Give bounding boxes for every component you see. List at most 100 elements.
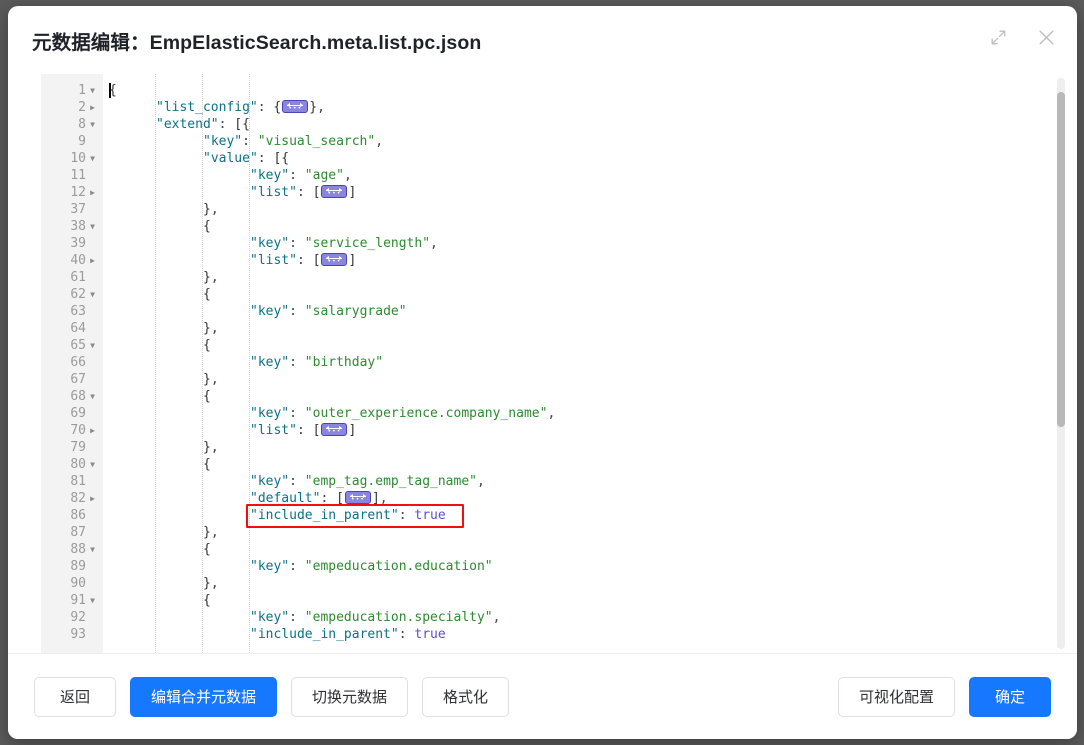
code-token-p: , xyxy=(210,202,219,217)
fold-arrow-down-icon[interactable]: ▼ xyxy=(86,337,99,354)
line-number: 86 xyxy=(70,508,86,523)
code-line[interactable]: "list": [•••] xyxy=(103,252,1043,269)
code-line[interactable]: "key": "emp_tag.emp_tag_name", xyxy=(103,473,1043,490)
code-line[interactable]: }, xyxy=(103,371,1043,388)
fold-arrow-down-icon[interactable]: ▼ xyxy=(86,286,99,303)
footer-button-2[interactable]: 切换元数据 xyxy=(291,676,409,717)
code-line[interactable]: "list_config": {•••}, xyxy=(103,99,1043,116)
code-line[interactable]: "list": [•••] xyxy=(103,184,1043,201)
line-number: 90 xyxy=(70,576,86,591)
close-icon[interactable] xyxy=(1033,24,1059,50)
footer-button-1[interactable]: 编辑合并元数据 xyxy=(130,676,278,717)
footer-button-1[interactable]: 确定 xyxy=(969,676,1051,717)
title-bar-actions xyxy=(985,24,1059,50)
code-token-p: , xyxy=(379,491,388,506)
line-number: 38 xyxy=(70,219,86,234)
footer-button-3[interactable]: 格式化 xyxy=(422,676,510,717)
code-line[interactable]: "key": "visual_search", xyxy=(103,133,1043,150)
code-token-p: , xyxy=(476,474,485,489)
gutter-line-88: 88 ▼ xyxy=(41,541,103,558)
collapsed-code-widget[interactable]: ••• xyxy=(321,253,348,266)
expand-arrows-icon[interactable] xyxy=(985,24,1011,50)
fold-arrow-down-icon[interactable]: ▼ xyxy=(86,456,99,473)
code-line[interactable]: }, xyxy=(103,269,1043,286)
fold-arrow-right-icon[interactable]: ▶ xyxy=(86,184,99,201)
code-line[interactable]: { xyxy=(103,456,1043,473)
collapsed-code-widget[interactable]: ••• xyxy=(344,491,371,504)
line-number: 8 xyxy=(78,117,86,132)
gutter-line-38: 38 ▼ xyxy=(41,218,103,235)
line-number: 88 xyxy=(70,542,86,557)
fold-arrow-right-icon[interactable]: ▶ xyxy=(86,99,99,116)
code-line[interactable]: "include_in_parent": true xyxy=(103,507,1043,524)
line-number: 9 xyxy=(78,134,86,149)
code-token-p: : xyxy=(218,117,235,132)
code-line[interactable]: { xyxy=(103,592,1043,609)
code-token-br: } xyxy=(203,321,211,336)
code-line[interactable]: { xyxy=(103,541,1043,558)
code-token-br: ] xyxy=(371,491,380,506)
vertical-scrollbar-track[interactable] xyxy=(1057,78,1065,649)
code-line[interactable]: "key": "salarygrade" xyxy=(103,303,1043,320)
code-token-p: , xyxy=(375,134,384,149)
collapsed-code-widget[interactable]: ••• xyxy=(321,423,348,436)
fold-arrow-down-icon[interactable]: ▼ xyxy=(86,541,99,558)
code-line[interactable]: "key": "age", xyxy=(103,167,1043,184)
fold-arrow-down-icon[interactable]: ▼ xyxy=(86,116,99,133)
code-line[interactable]: }, xyxy=(103,201,1043,218)
code-token-br: } xyxy=(203,372,211,387)
page-title: 元数据编辑：EmpElasticSearch.meta.list.pc.json xyxy=(32,31,482,54)
footer-button-0[interactable]: 可视化配置 xyxy=(837,676,955,717)
code-token-br: [ xyxy=(312,185,321,200)
code-token-p: : xyxy=(296,253,313,268)
code-line[interactable]: "default": [•••], xyxy=(103,490,1043,507)
fold-arrow-down-icon[interactable]: ▼ xyxy=(86,592,99,609)
json-code-editor[interactable]: 1▼2▶8▼9▼10▼11▼12▶37▼38▼39▼40▶61▼62▼63▼64… xyxy=(41,74,1043,653)
gutter-line-12: 12 ▶ xyxy=(41,184,103,201)
code-line[interactable]: { xyxy=(103,388,1043,405)
code-line[interactable]: { xyxy=(103,286,1043,303)
fold-arrow-down-icon[interactable]: ▼ xyxy=(86,388,99,405)
code-token-p: , xyxy=(210,372,219,387)
code-line[interactable]: }, xyxy=(103,439,1043,456)
code-line[interactable]: "include_in_parent": true xyxy=(103,626,1043,643)
code-line[interactable]: { xyxy=(103,337,1043,354)
fold-arrow-right-icon[interactable]: ▶ xyxy=(86,490,99,507)
code-line[interactable]: { xyxy=(103,82,1043,99)
code-token-br: { xyxy=(203,287,211,302)
code-line[interactable]: }, xyxy=(103,524,1043,541)
code-line[interactable]: "key": "outer_experience.company_name", xyxy=(103,405,1043,422)
footer-button-0[interactable]: 返回 xyxy=(34,676,116,717)
code-line[interactable]: { xyxy=(103,218,1043,235)
gutter-line-10: 10 ▼ xyxy=(41,150,103,167)
fold-arrow-down-icon[interactable]: ▼ xyxy=(86,82,99,99)
code-token-br: { xyxy=(203,389,211,404)
collapsed-code-widget[interactable]: ••• xyxy=(282,100,309,113)
fold-arrow-down-icon[interactable]: ▼ xyxy=(86,150,99,167)
gutter-line-63: 63▼ xyxy=(41,303,103,320)
code-line[interactable]: }, xyxy=(103,575,1043,592)
code-line[interactable]: "key": "birthday" xyxy=(103,354,1043,371)
code-line[interactable]: "extend": [{ xyxy=(103,116,1043,133)
code-line[interactable]: "value": [{ xyxy=(103,150,1043,167)
gutter-line-1: 1 ▼ xyxy=(41,82,103,99)
code-line[interactable]: "list": [•••] xyxy=(103,422,1043,439)
code-line[interactable]: "key": "empeducation.specialty", xyxy=(103,609,1043,626)
gutter-line-40: 40 ▶ xyxy=(41,252,103,269)
dialog-footer: 返回 编辑合并元数据 切换元数据 格式化 可视化配置 确定 xyxy=(8,653,1077,739)
collapsed-code-widget[interactable]: ••• xyxy=(321,185,348,198)
code-line[interactable]: }, xyxy=(103,320,1043,337)
fold-arrow-right-icon[interactable]: ▶ xyxy=(86,422,99,439)
fold-arrow-right-icon[interactable]: ▶ xyxy=(86,252,99,269)
code-line[interactable]: "key": "service_length", xyxy=(103,235,1043,252)
code-content-area[interactable]: {"list_config": {•••}, "extend": [{"key":… xyxy=(103,74,1043,653)
code-token-br: { xyxy=(203,457,211,472)
vertical-scrollbar-thumb[interactable] xyxy=(1057,92,1065,427)
code-token-p: , xyxy=(492,610,501,625)
code-line[interactable]: "key": "empeducation.education" xyxy=(103,558,1043,575)
gutter-line-82: 82 ▶ xyxy=(41,490,103,507)
code-token-p: : xyxy=(289,474,305,489)
code-token-br: } xyxy=(203,440,211,455)
fold-arrow-down-icon[interactable]: ▼ xyxy=(86,218,99,235)
code-token-br: { xyxy=(203,593,211,608)
